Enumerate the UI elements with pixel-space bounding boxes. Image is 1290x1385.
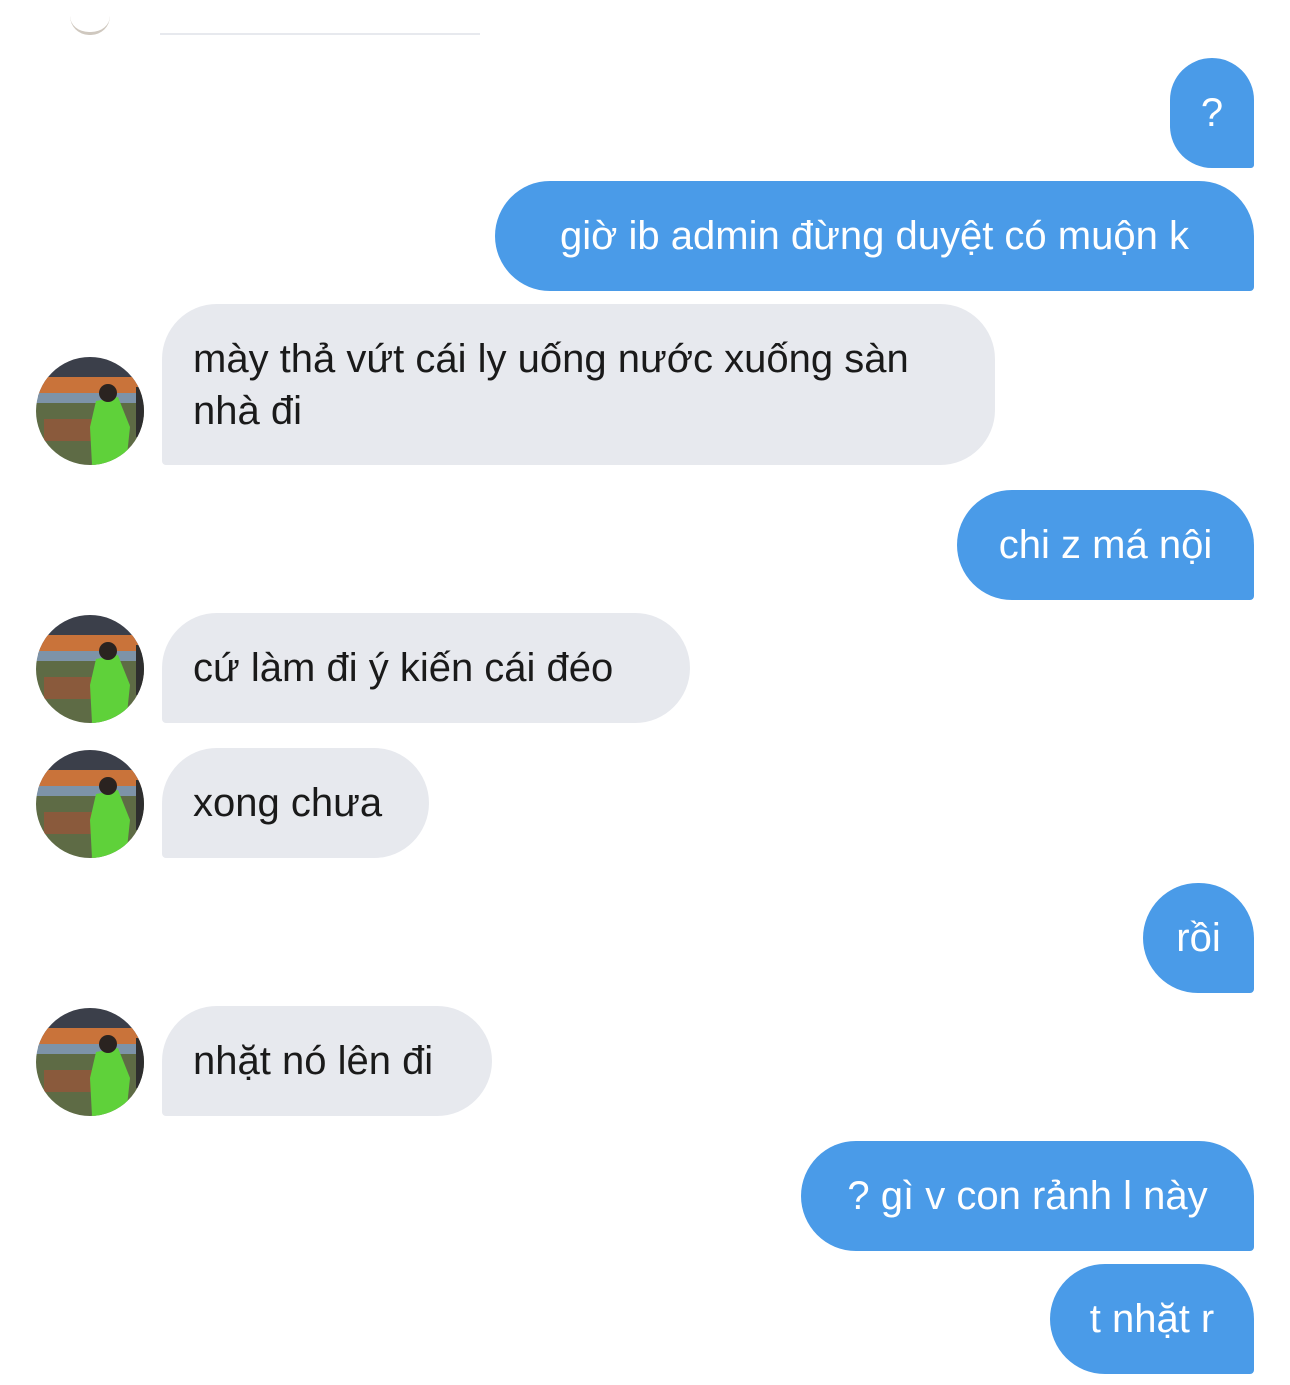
message-text: rồi	[1176, 916, 1221, 960]
message-bubble-incoming[interactable]: cứ làm đi ý kiến cái đéo	[162, 613, 690, 723]
message-bubble-outgoing[interactable]: ?	[1170, 58, 1254, 168]
avatar[interactable]	[36, 357, 144, 465]
message-bubble-incoming[interactable]: mày thả vứt cái ly uống nước xuống sàn n…	[162, 304, 995, 465]
message-text: nhặt nó lên đi	[193, 1039, 434, 1083]
message-text: giờ ib admin đừng duyệt có muộn k	[560, 214, 1189, 258]
message-bubble-outgoing[interactable]: chi z má nội	[957, 490, 1254, 600]
avatar-photo	[36, 357, 144, 465]
partial-message-bubble	[160, 0, 480, 35]
message-text: mày thả vứt cái ly uống nước xuống sàn n…	[193, 336, 909, 433]
message-bubble-incoming[interactable]: nhặt nó lên đi	[162, 1006, 492, 1116]
avatar-photo	[36, 1008, 144, 1116]
avatar-photo	[36, 750, 144, 858]
message-text: ? gì v con rảnh l này	[847, 1174, 1208, 1218]
message-text: cứ làm đi ý kiến cái đéo	[193, 646, 614, 690]
avatar[interactable]	[36, 1008, 144, 1116]
avatar-photo	[36, 615, 144, 723]
message-text: ?	[1200, 91, 1224, 135]
message-bubble-outgoing[interactable]: rồi	[1143, 883, 1254, 993]
message-bubble-outgoing[interactable]: ? gì v con rảnh l này	[801, 1141, 1254, 1251]
partial-avatar	[70, 16, 110, 35]
message-bubble-outgoing[interactable]: t nhặt r	[1050, 1264, 1254, 1374]
avatar[interactable]	[36, 750, 144, 858]
message-text: t nhặt r	[1089, 1297, 1215, 1341]
message-text: chi z má nội	[998, 523, 1213, 567]
message-bubble-incoming[interactable]: xong chưa	[162, 748, 429, 858]
message-text: xong chưa	[193, 781, 383, 825]
avatar[interactable]	[36, 615, 144, 723]
message-bubble-outgoing[interactable]: giờ ib admin đừng duyệt có muộn k	[495, 181, 1254, 291]
